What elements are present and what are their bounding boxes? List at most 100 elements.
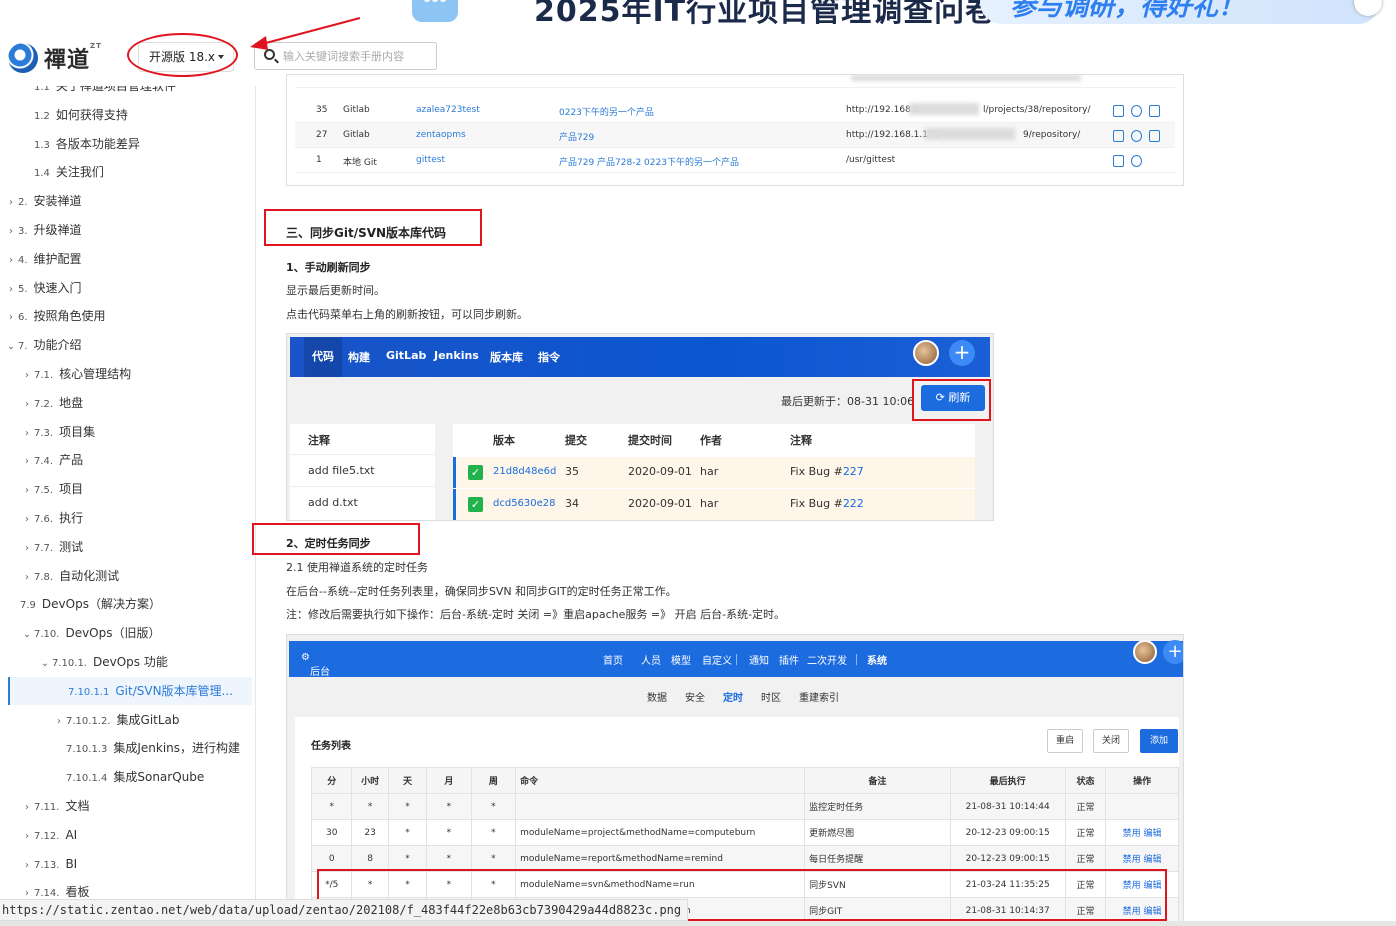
column-header: 注释 xyxy=(308,434,330,447)
cron-field: * xyxy=(426,819,472,846)
sidebar-item[interactable]: › 7.12. AI xyxy=(0,821,77,849)
sidebar-item[interactable]: › 7.8. 自动化测试 xyxy=(0,562,119,590)
table-row: * * * * * 监控定时任务 21-08-31 10:14:44 正常 xyxy=(310,793,1179,820)
delete-icon[interactable] xyxy=(1149,105,1160,117)
sidebar-item[interactable]: 1.3 各版本功能差异 xyxy=(0,130,140,158)
link-icon[interactable] xyxy=(1131,130,1142,142)
admin-nav-item: 插件 xyxy=(779,656,799,667)
chevron-right-icon: › xyxy=(25,542,29,554)
chevron-right-icon: › xyxy=(9,254,13,266)
sidebar-item-label: 集成Jenkins，进行构建 xyxy=(113,741,241,756)
sub-nav-item: 定时 xyxy=(723,693,743,704)
sidebar-item[interactable]: ⌄ 7. 功能介绍 xyxy=(0,331,82,359)
sidebar-item[interactable]: › 7.3. 项目集 xyxy=(0,418,95,446)
sidebar-item[interactable]: › 7.5. 项目 xyxy=(0,475,83,503)
sidebar-item[interactable]: › 7.11. 文档 xyxy=(0,792,89,820)
sidebar-item-number: 7.10.1.3 xyxy=(66,744,108,756)
repo-name-link[interactable]: azalea723test xyxy=(416,105,480,115)
cron-field: * xyxy=(310,793,353,820)
sidebar-item[interactable]: › 2. 安装禅道 xyxy=(0,187,82,215)
column-header: 分 xyxy=(310,767,353,794)
command-cell xyxy=(515,793,806,820)
edit-link: 编辑 xyxy=(1143,829,1162,839)
sidebar-item-label: AI xyxy=(65,827,78,842)
chevron-down-icon: ⌄ xyxy=(22,629,32,641)
last-run-cell: 20-12-23 09:00:15 xyxy=(949,845,1066,872)
note-cell: 更新燃尽图 xyxy=(804,819,951,846)
banner-cta[interactable]: 参与调研，得好礼！ xyxy=(980,0,1380,24)
column-header: 状态 xyxy=(1064,767,1107,794)
ops-cell: 禁用 编辑 xyxy=(1105,845,1179,872)
ops-cell xyxy=(1105,793,1179,820)
sidebar-item[interactable]: › 7.1. 核心管理结构 xyxy=(0,360,131,388)
note-cell: 监控定时任务 xyxy=(804,793,951,820)
sidebar-item-number: 7.8. xyxy=(34,571,54,583)
sidebar-item-label: 如何获得支持 xyxy=(55,107,128,122)
delete-icon[interactable] xyxy=(1149,130,1160,142)
sidebar-item[interactable]: ⌄ 7.10. DevOps（旧版） xyxy=(0,619,161,647)
sidebar-item-number: 7.10.1.2. xyxy=(66,715,111,727)
commit-time: 2020-09-01 xyxy=(628,497,692,510)
table-row: 0 8 * * * moduleName=report&methodName=remind… xyxy=(310,845,1179,872)
sidebar-item[interactable]: 1.4 关注我们 xyxy=(0,158,104,186)
commit-notes-pane: 注释 add file5.txt add d.txt xyxy=(290,424,435,520)
sidebar-item[interactable]: › 7.6. 执行 xyxy=(0,504,83,532)
admin-nav-item: 通知 xyxy=(749,656,769,667)
repo-product-link[interactable]: 0223下午的另一个产品 xyxy=(559,105,654,118)
column-header: 版本 xyxy=(493,434,515,447)
sidebar-item[interactable]: 1.1 关于禅道项目管理软件 xyxy=(0,86,176,100)
edit-icon[interactable] xyxy=(1113,105,1124,117)
repo-path-tail: l/projects/38/repository/ xyxy=(983,105,1091,115)
sidebar-item[interactable]: 7.10.1.3 集成Jenkins，进行构建 xyxy=(0,734,240,762)
sidebar-item-label: 关于禅道项目管理软件 xyxy=(55,86,176,93)
repo-id: 35 xyxy=(316,105,328,115)
zentao-logo[interactable]: 禪道ZT xyxy=(8,42,102,74)
sidebar-item[interactable]: › 7.13. BI xyxy=(0,850,77,878)
edit-icon[interactable] xyxy=(1113,130,1124,142)
sidebar-item[interactable]: 7.9 DevOps（解决方案） xyxy=(0,590,161,618)
banner-title: 2025年IT行业项目管理调查问卷 xyxy=(534,0,997,28)
sidebar-item[interactable]: › 7.4. 产品 xyxy=(0,446,83,474)
commit-count: 35 xyxy=(565,465,579,478)
edit-icon[interactable] xyxy=(1113,155,1124,167)
commit-count: 34 xyxy=(565,497,579,510)
promo-banner[interactable]: 2025年IT行业项目管理调查问卷 参与调研，得好礼！ xyxy=(400,0,1396,28)
chevron-right-icon: › xyxy=(25,571,29,583)
sidebar-item[interactable]: › 7.7. 测试 xyxy=(0,533,83,561)
sidebar-item-number: 7.5. xyxy=(34,485,54,497)
sidebar-item[interactable]: 7.10.1.1 Git/SVN版本库管理... xyxy=(8,676,252,705)
repo-product-link[interactable]: 产品729 xyxy=(559,130,594,143)
sidebar-item[interactable]: › 3. 升级禅道 xyxy=(0,216,82,244)
cron-field: * xyxy=(470,793,517,820)
cron-field: 23 xyxy=(351,819,389,846)
sidebar-item[interactable]: › 5. 快速入门 xyxy=(0,274,82,302)
sidebar-item-label: DevOps（旧版） xyxy=(65,626,161,641)
last-run-cell: 20-12-23 09:00:15 xyxy=(949,819,1066,846)
chevron-right-icon: › xyxy=(25,802,29,813)
sidebar-item[interactable]: 1.2 如何获得支持 xyxy=(0,101,128,129)
sidebar-item[interactable]: › 6. 按照角色使用 xyxy=(0,302,106,330)
annotation-box xyxy=(264,209,482,246)
sidebar-item-number: 1.4 xyxy=(34,168,50,180)
sidebar-item[interactable]: › 4. 维护配置 xyxy=(0,245,82,273)
sidebar-item-label: 自动化测试 xyxy=(59,568,120,583)
avatar xyxy=(913,340,939,366)
link-icon[interactable] xyxy=(1131,155,1142,167)
cron-field: * xyxy=(387,793,428,820)
horizontal-scrollbar[interactable] xyxy=(0,921,1396,926)
link-icon[interactable] xyxy=(1131,105,1142,117)
repo-name-link[interactable]: zentaopms xyxy=(416,130,466,140)
repo-product-link[interactable]: 产品729 产品728-2 0223下午的另一个产品 xyxy=(559,155,739,168)
column-header: 小时 xyxy=(351,767,389,794)
column-header: 注释 xyxy=(790,434,812,447)
column-header: 最后执行 xyxy=(949,767,1066,794)
sidebar-item[interactable]: › 7.10.1.2. 集成GitLab xyxy=(0,706,180,734)
repo-name-link[interactable]: gittest xyxy=(416,155,445,165)
sidebar-item[interactable]: 7.10.1.4 集成SonarQube xyxy=(0,763,204,791)
sidebar-item[interactable]: ⌄ 7.10.1. DevOps 功能 xyxy=(0,648,168,676)
admin-nav: ⚙ 后台 首页 人员 模型 自定义 通知 插件 二次开发 系统 xyxy=(289,641,1183,678)
chevron-right-icon: › xyxy=(57,715,61,727)
list-item: add d.txt xyxy=(308,496,358,509)
sidebar-item[interactable]: › 7.2. 地盘 xyxy=(0,389,83,417)
cron-field: * xyxy=(470,819,517,846)
